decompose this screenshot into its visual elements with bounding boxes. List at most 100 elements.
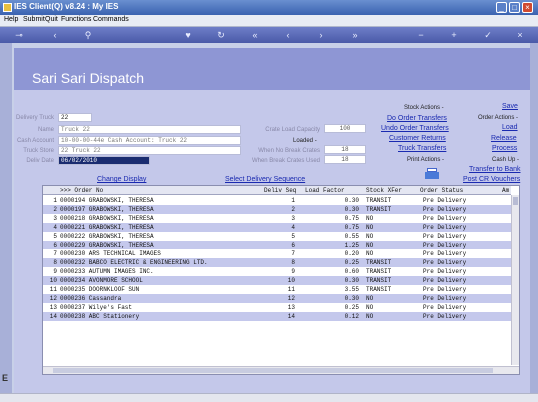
minimize-icon[interactable]: _ <box>496 2 507 13</box>
save-link[interactable]: Save <box>502 103 518 110</box>
table-row[interactable]: 1 0000194 GRABOWSKI, THERESA 1 0.30 TRANSIT P… <box>43 196 511 205</box>
horizontal-scrollbar[interactable] <box>43 366 519 374</box>
cash-up-label: Cash Up - <box>492 157 520 163</box>
row-number: 12 <box>49 294 57 302</box>
truck-transfers-link[interactable]: Truck Transfers <box>398 145 446 152</box>
order-status-cell: Pre Delivery <box>423 268 467 276</box>
table-row[interactable]: 3 0000218 GRABOWSKI, THERESA 3 0.75 NO Pre De… <box>43 214 511 223</box>
stock-xfer-cell: NO <box>366 250 374 258</box>
row-number: 4 <box>53 223 57 231</box>
col-deliv-seq[interactable]: Deliv Seq <box>264 187 296 194</box>
left-strip: E <box>0 43 12 393</box>
search-icon[interactable]: ⚲ <box>83 30 93 40</box>
delete-icon[interactable]: − <box>416 30 426 40</box>
process-link[interactable]: Process <box>492 145 517 152</box>
col-order-no[interactable]: >>> Order No <box>60 187 103 194</box>
menu-submit[interactable]: Submit <box>23 16 45 23</box>
load-factor-cell: 0.25 <box>344 303 359 311</box>
vertical-scrollbar[interactable] <box>511 195 519 365</box>
load-factor-cell: 0.30 <box>344 205 359 213</box>
table-row[interactable]: 7 0000230 ARS TECHNICAL IMAGES 7 0.20 NO Pre … <box>43 249 511 258</box>
page-header: Sari Sari Dispatch <box>14 48 530 90</box>
customer-returns-link[interactable]: Customer Returns <box>389 135 446 142</box>
when-break-crates-label: When Break Crates Used <box>251 158 320 164</box>
load-factor-cell: 0.75 <box>344 223 359 231</box>
accept-icon[interactable]: ✓ <box>483 30 493 40</box>
table-row[interactable]: 6 0000229 GRABOWSKI, THERESA 6 1.25 NO Pre De… <box>43 240 511 250</box>
undo-order-transfers-link[interactable]: Undo Order Transfers <box>381 125 449 132</box>
load-factor-cell: 0.30 <box>344 294 359 302</box>
col-load-factor[interactable]: Load Factor <box>305 187 345 194</box>
cancel-icon[interactable]: × <box>515 30 525 40</box>
row-number: 8 <box>53 259 57 267</box>
table-row[interactable]: 14 0000238 ABC Stationery 14 0.12 NO Pre Deli… <box>43 311 511 321</box>
do-order-transfers-link[interactable]: Do Order Transfers <box>387 115 447 122</box>
order-no-cell: 0000237 Wilye's Fast <box>60 303 133 311</box>
table-row[interactable]: 8 0000232 BABCO ELECTRIC & ENGINEERING LT… <box>43 258 511 268</box>
table-row[interactable]: 5 0000222 GRABOWSKI, THERESA 5 0.55 NO Pre De… <box>43 232 511 241</box>
load-factor-cell: 0.55 <box>344 232 359 240</box>
delivery-truck-field[interactable]: 22 <box>58 113 92 122</box>
col-order-status[interactable]: Order Status <box>420 187 463 194</box>
order-status-cell: Pre Delivery <box>423 232 467 240</box>
col-stock-xfer[interactable]: Stock XFer <box>366 187 402 194</box>
key-icon[interactable]: ⊸ <box>10 30 28 40</box>
refresh-icon[interactable]: ↻ <box>216 30 226 40</box>
row-number: 14 <box>49 312 57 320</box>
table-row[interactable]: 13 0000237 Wilye's Fast 13 0.25 NO Pre Delive… <box>43 303 511 312</box>
post-cr-vouchers-link[interactable]: Post CR Vouchers <box>463 176 520 183</box>
deliv-date-field[interactable]: 06/02/2010 <box>58 156 150 165</box>
deliv-seq-cell: 10 <box>287 277 295 285</box>
maximize-icon[interactable]: □ <box>509 2 520 13</box>
first-icon[interactable]: « <box>250 30 260 40</box>
toolbar: ⊸ ‹ ⚲ ♥ ↻ « ‹ › » − + ✓ × <box>0 27 538 43</box>
select-delivery-sequence-link[interactable]: Select Delivery Sequence <box>225 176 305 183</box>
change-display-link[interactable]: Change Display <box>97 176 146 183</box>
close-icon[interactable]: × <box>522 2 533 13</box>
deliv-seq-cell: 14 <box>287 312 295 320</box>
load-factor-cell: 0.60 <box>344 268 359 276</box>
row-number: 11 <box>49 286 57 293</box>
when-no-break-crates-field[interactable]: 18 <box>324 145 366 154</box>
load-factor-cell: 0.20 <box>344 250 359 258</box>
table-row[interactable]: 10 0000234 AVONMORE SCHOOL 10 0.30 TRANSIT Pr… <box>43 276 511 285</box>
order-no-cell: 0000222 GRABOWSKI, THERESA <box>60 232 154 240</box>
next-icon[interactable]: › <box>316 30 326 40</box>
table-row[interactable]: 2 0000197 GRABOWSKI, THERESA 2 0.30 TRANSIT P… <box>43 204 511 214</box>
menu-quit[interactable]: Quit <box>45 16 58 23</box>
stock-xfer-cell: NO <box>366 312 374 320</box>
order-no-cell: 0000232 BABCO ELECTRIC & ENGINEERING LTD… <box>60 259 208 267</box>
deliv-seq-cell: 2 <box>291 205 295 213</box>
app-icon <box>3 3 12 12</box>
crate-load-capacity-field[interactable]: 100 <box>324 124 366 133</box>
menu-functions[interactable]: Functions <box>61 16 91 23</box>
favorite-icon[interactable]: ♥ <box>183 30 193 40</box>
order-no-cell: 0000218 GRABOWSKI, THERESA <box>60 214 154 222</box>
order-status-cell: Pre Delivery <box>423 294 467 302</box>
transfer-to-bank-link[interactable]: Transfer to Bank <box>469 166 521 173</box>
load-link[interactable]: Load <box>502 124 518 131</box>
table-row[interactable]: 9 0000233 AUTUMN IMAGES INC. 9 0.60 TRANSIT P… <box>43 267 511 276</box>
row-number: 3 <box>53 214 57 222</box>
table-row[interactable]: 12 0000236 Cassandra 12 0.30 NO Pre Delivery <box>43 293 511 303</box>
back-icon[interactable]: ‹ <box>50 30 60 40</box>
cash-account-field[interactable]: 10-00-00-44e Cash Account: Truck 22 <box>58 136 241 145</box>
printer-icon[interactable] <box>425 168 439 180</box>
name-field[interactable]: Truck 22 <box>58 125 241 134</box>
order-status-cell: Pre Delivery <box>423 286 467 293</box>
stock-xfer-cell: NO <box>366 303 374 311</box>
col-amount[interactable]: Am <box>502 187 509 194</box>
menu-commands[interactable]: Commands <box>93 16 129 23</box>
prev-icon[interactable]: ‹ <box>283 30 293 40</box>
loaded-label: Loaded - <box>293 138 317 144</box>
release-link[interactable]: Release <box>491 135 517 142</box>
stock-xfer-cell: NO <box>366 241 374 249</box>
menu-bar: Help Submit Quit Functions Commands <box>0 15 538 27</box>
truck-store-field[interactable]: 22 Truck 22 <box>58 146 241 155</box>
when-break-crates-field[interactable]: 18 <box>324 155 366 164</box>
table-row[interactable]: 4 0000221 GRABOWSKI, THERESA 4 0.75 NO Pre De… <box>43 222 511 232</box>
add-icon[interactable]: + <box>449 30 459 40</box>
last-icon[interactable]: » <box>350 30 360 40</box>
menu-help[interactable]: Help <box>4 16 18 23</box>
table-row[interactable]: 11 0000235 DOORNKLOOF SUN 11 3.55 TRANSIT Pre… <box>43 285 511 294</box>
